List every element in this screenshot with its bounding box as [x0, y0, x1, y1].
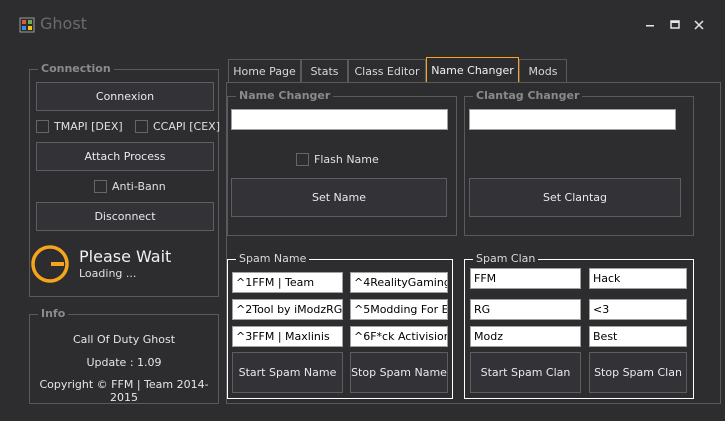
ccapi-checkbox-row[interactable]: CCAPI [CEX]: [135, 120, 220, 133]
antiban-checkbox-row[interactable]: Anti-Bann: [94, 180, 166, 193]
tmapi-label: TMAPI [DEX]: [54, 120, 123, 133]
tmapi-checkbox[interactable]: [36, 120, 49, 133]
attach-process-button[interactable]: Attach Process: [36, 142, 214, 171]
disconnect-button[interactable]: Disconnect: [36, 202, 214, 231]
clantag-changer-title: Clantag Changer: [473, 89, 583, 103]
name-input[interactable]: [231, 109, 448, 130]
flash-name-checkbox-row[interactable]: Flash Name: [296, 153, 379, 166]
tab-name-changer[interactable]: Name Changer: [426, 57, 519, 83]
tmapi-checkbox-row[interactable]: TMAPI [DEX]: [36, 120, 123, 133]
minimize-icon[interactable]: [641, 16, 659, 34]
spam-name-entry-2[interactable]: ^4RealityGaming.fr: [350, 272, 448, 293]
close-icon[interactable]: [690, 16, 708, 34]
clantag-input[interactable]: [469, 109, 676, 130]
set-clantag-button[interactable]: Set Clantag: [469, 178, 681, 217]
spam-name-entry-5[interactable]: ^3FFM | Maxlinis: [232, 326, 343, 347]
spam-name-entry-1[interactable]: ^1FFM | Team: [232, 272, 343, 293]
spam-name-entry-4[interactable]: ^5Modding For Ever: [350, 299, 448, 320]
spam-clan-entry-4[interactable]: <3: [589, 299, 687, 320]
connection-title: Connection: [38, 62, 114, 76]
title-bar: Ghost: [0, 0, 725, 50]
spam-name-entry-6[interactable]: ^6F*ck Activision: [350, 326, 448, 347]
tab-stats[interactable]: Stats: [301, 59, 348, 82]
app-icon: [19, 17, 35, 33]
spam-clan-entry-6[interactable]: Best: [589, 326, 687, 347]
copyright-text: Copyright © FFM | Team 2014-2015: [39, 378, 209, 404]
tab-mods[interactable]: Mods: [519, 59, 567, 82]
spam-name-title: Spam Name: [236, 252, 310, 266]
window-title: Ghost: [40, 14, 87, 33]
spam-clan-entry-2[interactable]: Hack: [589, 268, 687, 289]
spam-clan-title: Spam Clan: [473, 252, 539, 266]
start-spam-name-button[interactable]: Start Spam Name: [232, 352, 343, 393]
status-subtitle: Loading ...: [79, 267, 137, 280]
spam-clan-entry-5[interactable]: Modz: [470, 326, 581, 347]
stop-spam-clan-button[interactable]: Stop Spam Clan: [589, 352, 687, 393]
ccapi-label: CCAPI [CEX]: [153, 120, 221, 133]
name-changer-title: Name Changer: [236, 89, 334, 103]
spam-clan-entry-1[interactable]: FFM: [470, 268, 581, 289]
tab-class-editor[interactable]: Class Editor: [348, 59, 426, 82]
stop-spam-name-button[interactable]: Stop Spam Name: [350, 352, 448, 393]
info-title: Info: [38, 307, 69, 321]
spam-clan-entry-3[interactable]: RG: [470, 299, 581, 320]
spam-name-entry-3[interactable]: ^2Tool by iModzRGFR: [232, 299, 343, 320]
ccapi-checkbox[interactable]: [135, 120, 148, 133]
connect-button[interactable]: Connexion: [36, 82, 214, 111]
status-title: Please Wait: [79, 247, 172, 266]
antiban-label: Anti-Bann: [112, 180, 166, 193]
antiban-checkbox[interactable]: [94, 180, 107, 193]
game-name: Call Of Duty Ghost: [72, 333, 176, 346]
maximize-icon[interactable]: [666, 16, 684, 34]
flash-name-checkbox[interactable]: [296, 153, 309, 166]
start-spam-clan-button[interactable]: Start Spam Clan: [470, 352, 581, 393]
power-status-icon: [30, 244, 70, 284]
tab-home-page[interactable]: Home Page: [228, 59, 301, 82]
update-version: Update : 1.09: [86, 356, 162, 369]
flash-name-label: Flash Name: [314, 153, 379, 166]
set-name-button[interactable]: Set Name: [231, 178, 447, 217]
